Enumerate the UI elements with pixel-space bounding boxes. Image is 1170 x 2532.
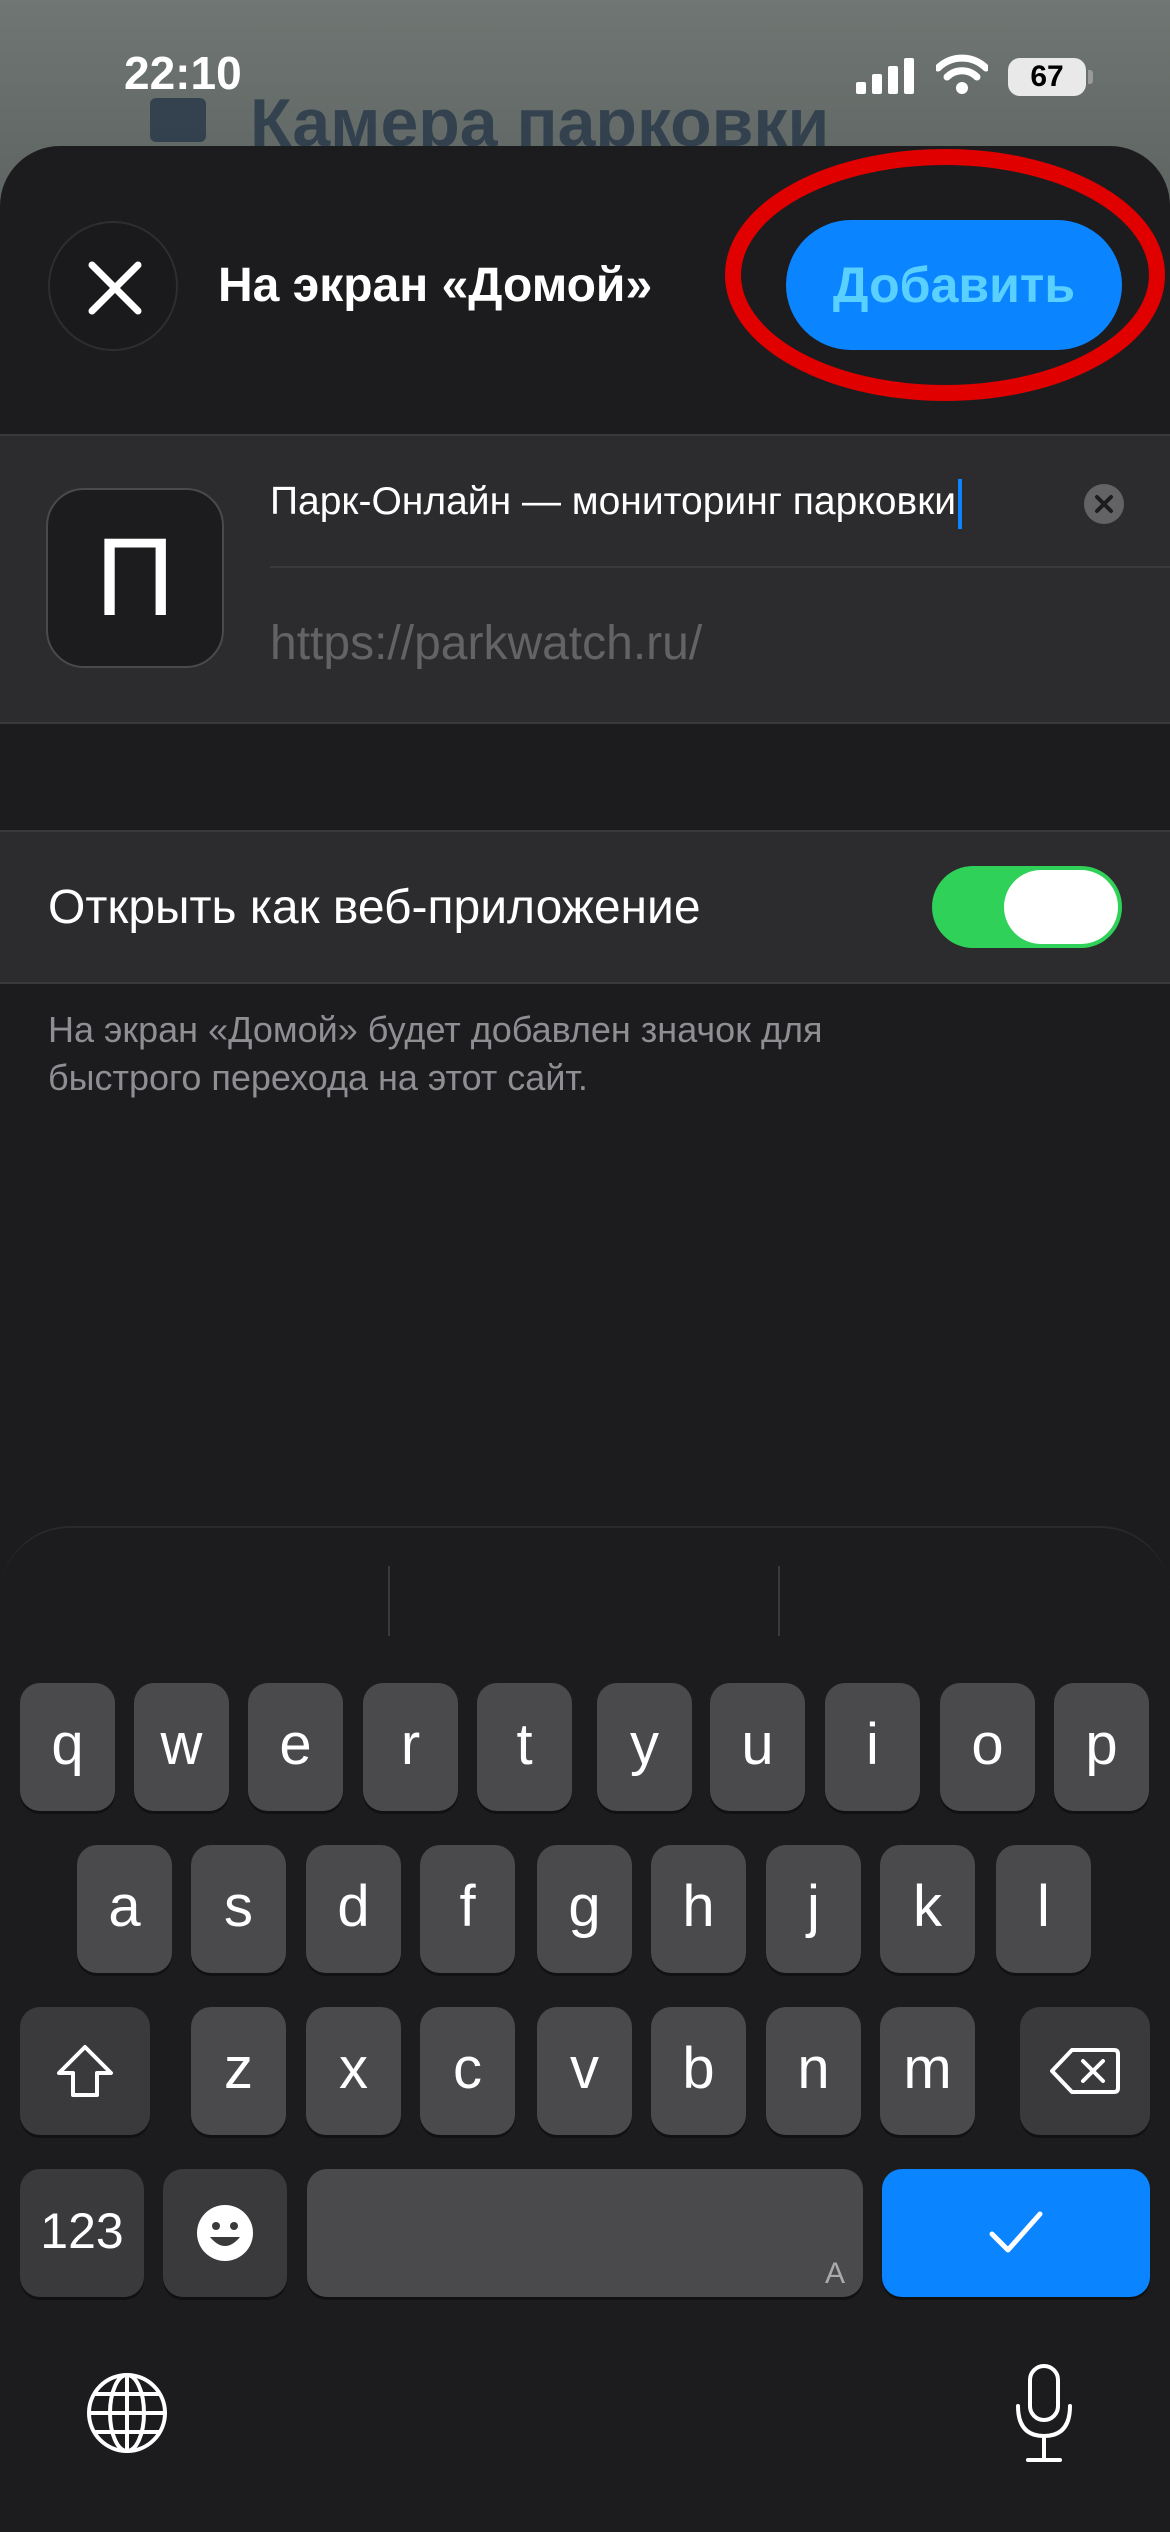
checkmark-icon xyxy=(989,2211,1043,2253)
key-e[interactable]: e xyxy=(248,1683,343,1811)
key-w[interactable]: w xyxy=(134,1683,229,1811)
key-a[interactable]: a xyxy=(77,1845,172,1973)
key-x[interactable]: x xyxy=(306,2007,401,2135)
key-p[interactable]: p xyxy=(1054,1683,1149,1811)
key-s[interactable]: s xyxy=(191,1845,286,1973)
field-divider xyxy=(270,566,1170,568)
key-m[interactable]: m xyxy=(880,2007,975,2135)
globe-icon[interactable] xyxy=(84,2370,170,2456)
sheet-title: На экран «Домой» xyxy=(218,259,653,312)
close-button[interactable] xyxy=(48,221,178,351)
site-url: https://parkwatch.ru/ xyxy=(270,617,703,670)
key-z[interactable]: z xyxy=(191,2007,286,2135)
suggestion-divider xyxy=(778,1566,780,1636)
emoji-icon xyxy=(197,2205,253,2261)
key-n[interactable]: n xyxy=(766,2007,861,2135)
status-time: 22:10 xyxy=(124,47,242,99)
done-key[interactable] xyxy=(882,2169,1150,2297)
wifi-icon xyxy=(936,54,988,94)
toggle-knob[interactable] xyxy=(1004,870,1118,944)
emoji-key[interactable] xyxy=(163,2169,287,2297)
key-q[interactable]: q xyxy=(20,1683,115,1811)
space-hint: A xyxy=(824,2257,845,2290)
site-icon: П xyxy=(46,488,224,668)
key-d[interactable]: d xyxy=(306,1845,401,1973)
web-app-hint: На экран «Домой» будет добавлен значок д… xyxy=(48,1009,823,1098)
key-k[interactable]: k xyxy=(880,1845,975,1973)
key-j[interactable]: j xyxy=(766,1845,861,1973)
microphone-icon[interactable] xyxy=(1012,2362,1076,2466)
web-app-label: Открыть как веб-приложение xyxy=(48,881,701,934)
screen: Камера парковки 22:10 67 На экран «Домой… xyxy=(0,0,1170,2532)
key-b[interactable]: b xyxy=(651,2007,746,2135)
battery-cap xyxy=(1088,70,1093,84)
space-key[interactable]: A xyxy=(307,2169,863,2297)
key-f[interactable]: f xyxy=(420,1845,515,1973)
key-r[interactable]: r xyxy=(363,1683,458,1811)
key-l[interactable]: l xyxy=(996,1845,1091,1973)
key-u[interactable]: u xyxy=(710,1683,805,1811)
key-h[interactable]: h xyxy=(651,1845,746,1973)
key-t[interactable]: t xyxy=(477,1683,572,1811)
key-o[interactable]: o xyxy=(940,1683,1035,1811)
clear-icon xyxy=(1095,495,1113,513)
cellular-signal-icon xyxy=(856,58,914,94)
key-g[interactable]: g xyxy=(537,1845,632,1973)
site-name-input[interactable]: Парк-Онлайн — мониторинг парковки xyxy=(270,470,1050,534)
shift-icon xyxy=(57,2045,113,2097)
close-icon xyxy=(88,261,142,315)
battery-indicator: 67 xyxy=(1008,58,1086,96)
text-caret xyxy=(958,478,963,529)
numbers-key[interactable]: 123 xyxy=(20,2169,144,2297)
key-c[interactable]: c xyxy=(420,2007,515,2135)
backspace-icon xyxy=(1050,2048,1120,2094)
suggestion-divider xyxy=(388,1566,390,1636)
site-name-value: Парк-Онлайн — мониторинг парковки xyxy=(270,480,957,523)
clear-text-button[interactable] xyxy=(1084,484,1124,524)
shift-key[interactable] xyxy=(20,2007,150,2135)
key-v[interactable]: v xyxy=(537,2007,632,2135)
camera-icon xyxy=(150,98,206,142)
key-y[interactable]: y xyxy=(597,1683,692,1811)
key-i[interactable]: i xyxy=(825,1683,920,1811)
highlight-circle xyxy=(725,149,1165,401)
delete-key[interactable] xyxy=(1020,2007,1150,2135)
